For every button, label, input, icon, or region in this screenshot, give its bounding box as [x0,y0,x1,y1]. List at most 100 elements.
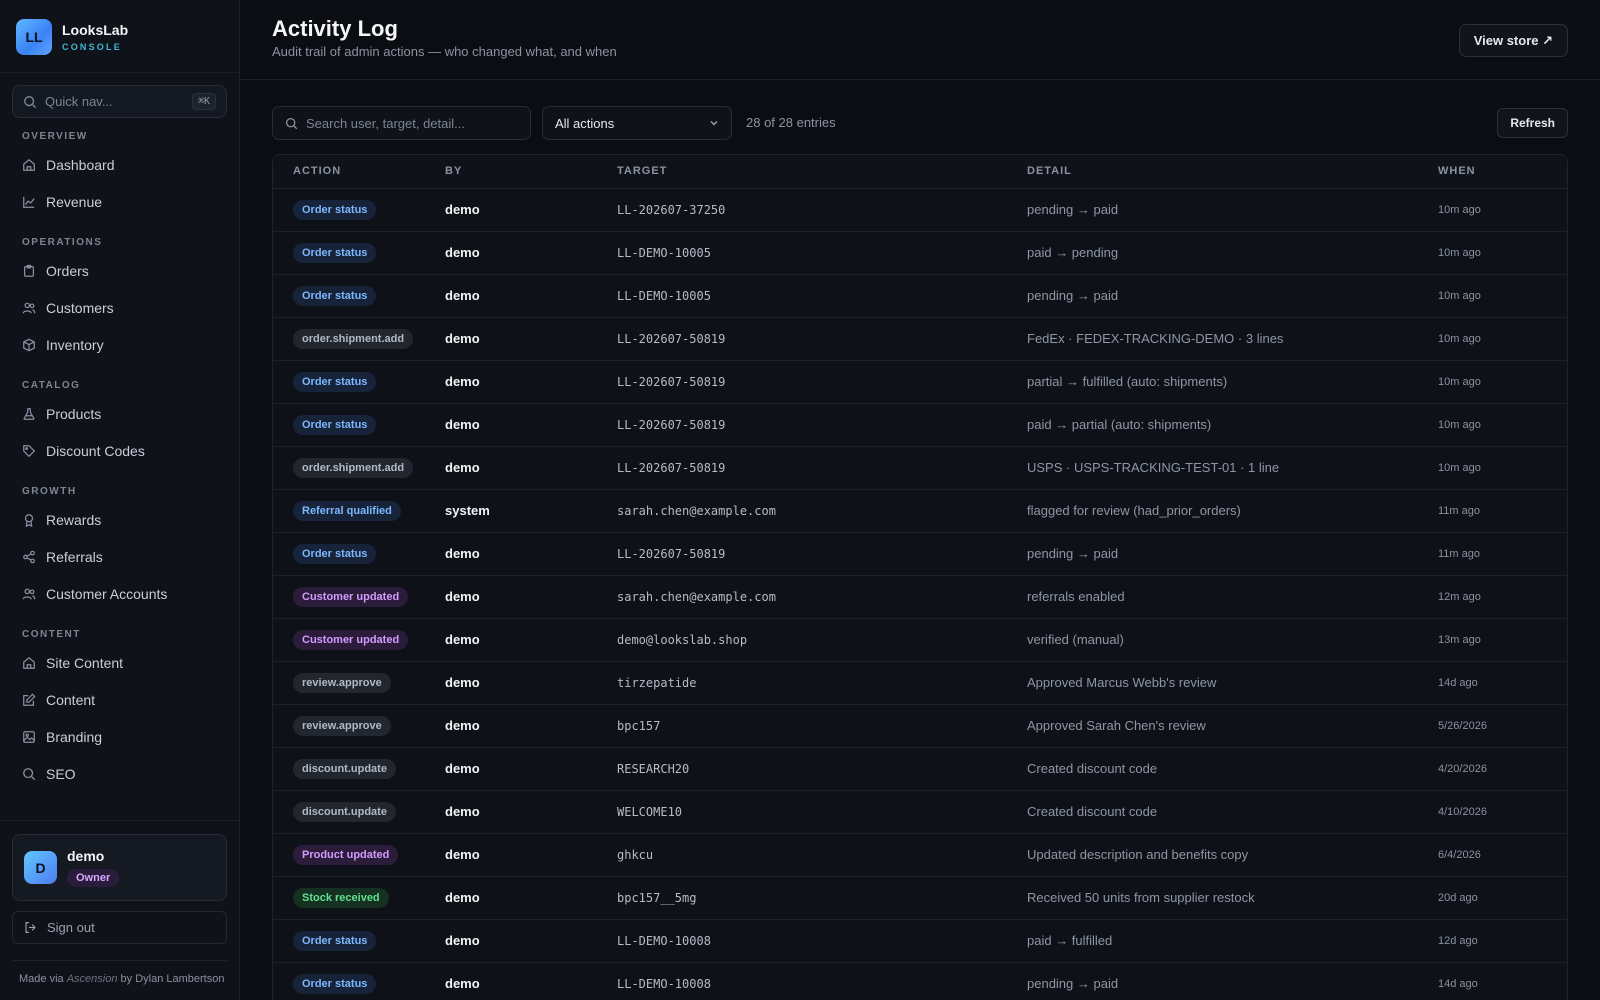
table-row[interactable]: Stock received demo bpc157__5mg Received 50… [273,876,1567,920]
shortcut-hint: ⌘K [191,93,216,110]
sidebar-item-seo[interactable]: SEO [12,755,228,792]
sidebar-item-dashboard[interactable]: Dashboard [12,146,228,183]
cell-action: Order status [273,919,425,963]
table-row[interactable]: discount.update demo RESEARCH20 Created dis… [273,747,1567,791]
search-input[interactable] [306,115,516,131]
flask-icon [23,407,35,420]
table-row[interactable]: review.approve demo tirzepatide Approved Ma… [273,661,1567,705]
cell-detail: partial → fulfilled (auto: shipments) [1007,360,1418,404]
tag-icon [23,444,36,457]
sidebar-item-customer-accounts[interactable]: Customer Accounts [12,575,228,612]
sidebar-item-label: Site Content [46,654,124,671]
action-badge: Product updated [293,844,399,865]
sidebar-item-rewards[interactable]: Rewards [12,501,228,538]
users-icon [22,302,36,313]
nav-section-growth: GROWTH [22,486,77,497]
cell-when: 4/10/2026 [1418,790,1567,834]
cell-action: discount.update [273,790,425,834]
table-row[interactable]: review.approve demo bpc157 Approved Sarah C… [273,704,1567,748]
table-row[interactable]: Order status demo LL-DEMO-10005 paid → pend… [273,231,1567,275]
chevron-down-icon [710,121,718,126]
cell-by: demo [425,446,597,490]
sidebar-item-customers[interactable]: Customers [12,289,228,326]
cell-when: 5/26/2026 [1418,704,1567,748]
action-badge: discount.update [293,801,396,822]
cell-by: demo [425,704,597,748]
table-row[interactable]: order.shipment.add demo LL-202607-50819 USP… [273,446,1567,490]
cell-by: demo [425,618,597,662]
sidebar-item-site-content[interactable]: Site Content [12,644,228,681]
action-badge: Order status [293,242,377,263]
refresh-button[interactable]: Refresh [1497,108,1568,138]
action-filter-select[interactable]: All actions [542,106,732,140]
cell-target: LL-202607-37250 [597,188,1007,232]
column-header-target: TARGET [597,155,1007,189]
cell-detail: Updated description and benefits copy [1007,833,1418,877]
table-row[interactable]: Order status demo LL-202607-50819 paid → pa… [273,403,1567,447]
credit-tool[interactable]: Ascension [67,973,118,985]
column-header-action: ACTION [273,155,425,189]
search-icon [285,117,298,129]
cell-target: ghkcu [597,833,1007,877]
table-row[interactable]: order.shipment.add demo LL-202607-50819 Fed… [273,317,1567,361]
cell-action: Order status [273,403,425,447]
nav-section-overview: OVERVIEW [22,131,88,142]
sidebar-item-revenue[interactable]: Revenue [12,183,228,220]
brand[interactable]: LL LooksLab CONSOLE [0,0,239,73]
search-box[interactable] [272,106,531,140]
users-icon [22,588,36,599]
cell-target: LL-DEMO-10005 [597,274,1007,318]
cell-by: demo [425,747,597,791]
search-icon [24,95,37,108]
sidebar-item-discount-codes[interactable]: Discount Codes [12,432,228,469]
image-icon [23,730,35,743]
sidebar-item-label: SEO [46,765,76,782]
cell-target: bpc157__5mg [597,876,1007,920]
sidebar-item-content[interactable]: Content [12,681,228,718]
action-badge: review.approve [293,715,391,736]
column-header-by: BY [425,155,597,189]
view-store-button[interactable]: View store ↗ [1458,24,1568,57]
brand-name: LooksLab [62,22,129,38]
cell-target: LL-202607-50819 [597,403,1007,447]
sidebar-item-orders[interactable]: Orders [12,252,228,289]
award-icon [24,513,34,527]
table-row[interactable]: Customer updated demo demo@lookslab.shop ve… [273,618,1567,662]
table-row[interactable]: Customer updated demo sarah.chen@example.c… [273,575,1567,619]
cell-when: 10m ago [1418,317,1567,361]
table-row[interactable]: Order status demo LL-202607-37250 pending →… [273,188,1567,232]
quick-nav-input[interactable]: Quick nav... ⌘K [12,85,227,118]
sidebar-item-label: Inventory [46,336,104,353]
nav-section-content: CONTENT [22,629,81,640]
table-row[interactable]: Order status demo LL-202607-50819 partial →… [273,360,1567,404]
brand-subtitle: CONSOLE [62,42,122,52]
table-row[interactable]: Order status demo LL-202607-50819 pending →… [273,532,1567,576]
cell-target: LL-202607-50819 [597,360,1007,404]
cell-by: demo [425,317,597,361]
cell-action: review.approve [273,661,425,705]
sidebar-item-label: Customers [46,299,114,316]
cell-action: order.shipment.add [273,446,425,490]
sidebar-item-referrals[interactable]: Referrals [12,538,228,575]
sign-out-button[interactable]: Sign out [12,911,227,944]
sidebar-item-label: Products [46,405,102,422]
cell-target: LL-202607-50819 [597,446,1007,490]
table-row[interactable]: Order status demo LL-DEMO-10008 pending → p… [273,962,1567,1000]
table-row[interactable]: discount.update demo WELCOME10 Created disc… [273,790,1567,834]
action-badge: Order status [293,930,377,951]
table-row[interactable]: Order status demo LL-DEMO-10008 paid → fulf… [273,919,1567,963]
table-row[interactable]: Referral qualified system sarah.chen@examp… [273,489,1567,533]
sidebar-item-products[interactable]: Products [12,395,228,432]
sidebar-item-branding[interactable]: Branding [12,718,228,755]
cell-when: 13m ago [1418,618,1567,662]
user-card[interactable]: D demo Owner [12,834,227,901]
sidebar-item-label: Discount Codes [46,442,145,459]
cell-by: demo [425,188,597,232]
table-row[interactable]: Product updated demo ghkcu Updated descript… [273,833,1567,877]
table-row[interactable]: Order status demo LL-DEMO-10005 pending → p… [273,274,1567,318]
action-badge: Order status [293,285,377,306]
action-badge: Order status [293,543,377,564]
cell-by: demo [425,403,597,447]
sidebar-item-inventory[interactable]: Inventory [12,326,228,363]
activity-table: ACTION BY TARGET DETAIL WHEN Order statu… [272,154,1568,1000]
